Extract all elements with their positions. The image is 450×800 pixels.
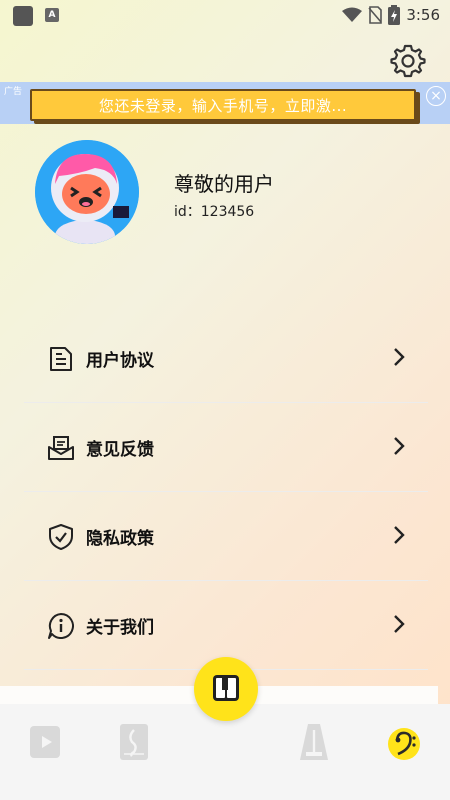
menu-item-user-agreement[interactable]: 用户协议 — [24, 314, 428, 403]
menu-label: 关于我们 — [86, 618, 154, 638]
music-book-icon[interactable] — [116, 722, 152, 762]
clock: 3:56 — [406, 6, 440, 24]
username: 尊敬的用户 — [174, 172, 274, 196]
shield-check-icon — [49, 524, 73, 550]
astronaut-avatar-image — [35, 140, 139, 244]
menu-item-privacy-policy[interactable]: 隐私政策 — [24, 492, 428, 581]
ad-text: 您还未登录，输入手机号，立即激... — [98, 96, 348, 115]
settings-gear-icon[interactable] — [390, 42, 426, 78]
status-bar: A 3:56 — [0, 0, 450, 30]
chevron-right-icon — [394, 437, 405, 455]
ad-login-banner[interactable]: 您还未登录，输入手机号，立即激... — [30, 89, 416, 121]
ad-close-icon[interactable]: × — [426, 86, 446, 106]
app-notification-icon — [13, 6, 33, 26]
info-icon — [48, 613, 74, 639]
menu-label: 意见反馈 — [86, 440, 154, 460]
document-icon — [50, 347, 72, 371]
piano-center-button[interactable] — [194, 657, 258, 721]
chevron-right-icon — [394, 615, 405, 633]
piano-keys-icon — [213, 675, 239, 701]
menu-label: 隐私政策 — [86, 529, 154, 549]
menu-item-feedback[interactable]: 意见反馈 — [24, 403, 428, 492]
battery-charging-icon — [388, 5, 401, 25]
user-id: id：123456 — [174, 204, 255, 220]
avatar[interactable] — [35, 140, 139, 244]
menu-label: 用户协议 — [86, 351, 154, 371]
no-sim-icon — [368, 6, 383, 24]
wifi-icon — [342, 7, 363, 22]
notification-badge-icon: A — [45, 8, 59, 22]
video-play-icon[interactable] — [28, 722, 64, 762]
feedback-mail-icon — [48, 436, 74, 460]
bass-clef-icon[interactable] — [386, 722, 422, 762]
chevron-right-icon — [394, 526, 405, 544]
ad-label: 广告 — [4, 87, 23, 97]
chevron-right-icon — [394, 348, 405, 366]
ad-banner[interactable]: 广告 您还未登录，输入手机号，立即激... — [0, 82, 450, 124]
metronome-icon[interactable] — [296, 722, 332, 762]
